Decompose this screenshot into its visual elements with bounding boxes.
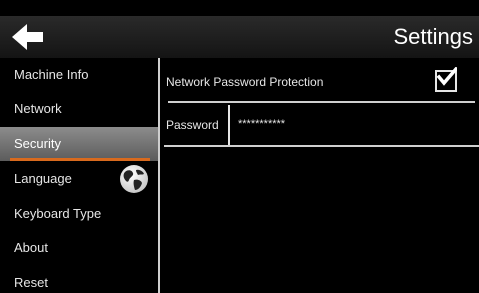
network-password-protection-checkbox[interactable] <box>435 67 457 92</box>
sidebar-item-reset[interactable]: Reset <box>0 266 158 293</box>
settings-screen: Settings Machine Info Network Security L… <box>0 0 479 293</box>
sidebar-item-label: Reset <box>14 275 48 290</box>
active-indicator <box>10 158 150 161</box>
password-row: Password <box>160 103 479 145</box>
arrow-left-icon <box>12 24 43 50</box>
back-button[interactable] <box>10 21 46 53</box>
password-label: Password <box>166 118 219 132</box>
sidebar-item-label: Machine Info <box>14 67 89 82</box>
password-field-divider <box>228 105 230 145</box>
network-password-protection-row[interactable]: Network Password Protection <box>160 58 479 102</box>
sidebar-item-network[interactable]: Network <box>0 92 158 126</box>
sidebar-item-language[interactable]: Language <box>0 162 158 196</box>
checkmark-icon <box>436 67 457 86</box>
sidebar-item-label: Keyboard Type <box>14 206 102 221</box>
row-separator <box>164 145 479 147</box>
password-input[interactable] <box>234 111 479 137</box>
sidebar-item-label: Security <box>14 136 61 151</box>
network-password-protection-label: Network Password Protection <box>166 75 324 89</box>
header-bar: Settings <box>0 16 479 58</box>
page-title: Settings <box>393 24 474 49</box>
sidebar-item-machine-info[interactable]: Machine Info <box>0 58 158 92</box>
sidebar: Machine Info Network Security Language K… <box>0 58 158 293</box>
sidebar-item-about[interactable]: About <box>0 231 158 265</box>
security-panel: Network Password Protection Password <box>160 58 479 293</box>
sidebar-item-security[interactable]: Security <box>0 127 158 161</box>
sidebar-item-label: Network <box>14 101 62 116</box>
sidebar-item-keyboard-type[interactable]: Keyboard Type <box>0 197 158 231</box>
sidebar-item-label: Language <box>14 171 72 186</box>
globe-icon <box>120 165 148 193</box>
sidebar-item-label: About <box>14 240 48 255</box>
